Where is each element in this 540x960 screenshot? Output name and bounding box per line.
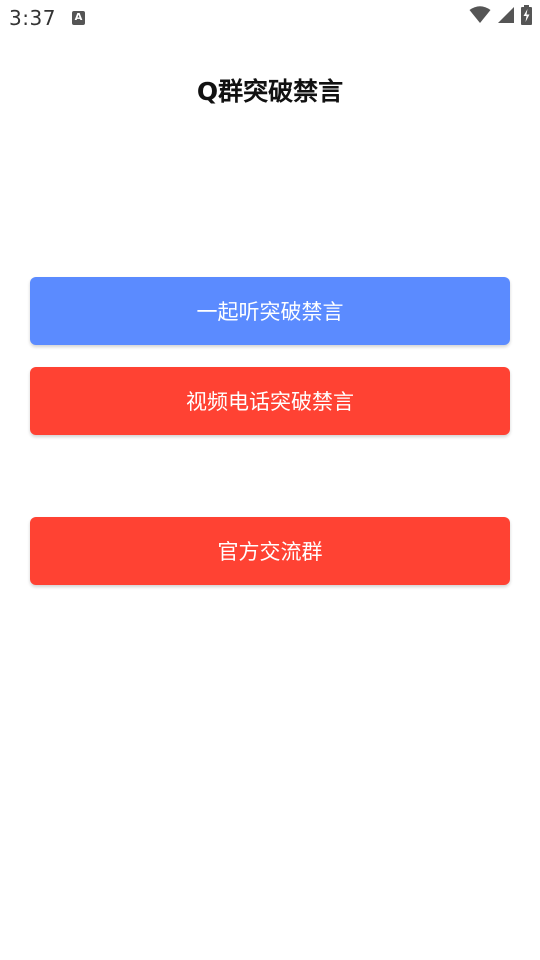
video-call-bypass-mute-button[interactable]: 视频电话突破禁言 [30,367,510,435]
system-icons [469,5,532,29]
listen-together-bypass-mute-button[interactable]: 一起听突破禁言 [30,277,510,345]
notification-app-icon: A [72,11,85,25]
official-group-button[interactable]: 官方交流群 [30,517,510,585]
cell-signal-icon [497,6,515,28]
app-screen: 3:37 A Q群突破禁言 一起听突破禁言 视频电话突破禁言 官方交流群 [0,0,540,960]
status-time: 3:37 [9,6,56,30]
page-title: Q群突破禁言 [196,77,344,106]
wifi-icon [469,6,491,28]
status-bar: 3:37 A [0,0,540,36]
battery-charging-icon [521,5,532,29]
